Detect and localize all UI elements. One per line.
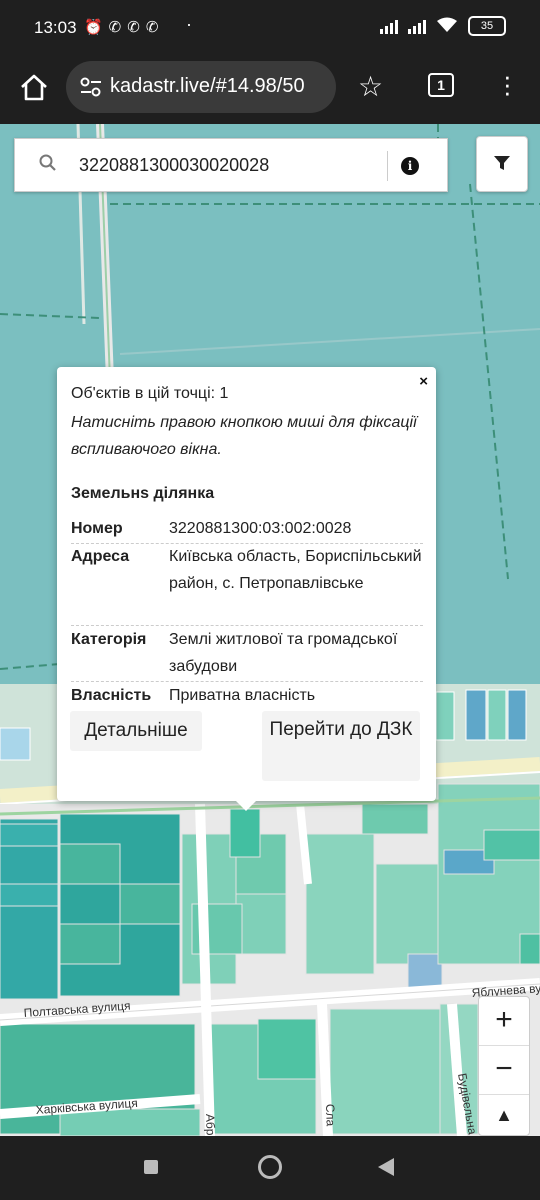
zoom-out-button[interactable]: − bbox=[479, 1046, 529, 1095]
status-bar: 13:03 ⏰✆✆✆ · 35 bbox=[0, 0, 540, 58]
property-key: Категорія bbox=[71, 631, 147, 648]
property-value: 3220881300:03:002:0028 bbox=[169, 520, 352, 537]
search-icon bbox=[39, 154, 56, 171]
section-title: Земельнs ділянка bbox=[71, 485, 215, 502]
url-text[interactable]: kadastr.live/#14.98/50 bbox=[110, 75, 305, 98]
home-icon[interactable] bbox=[18, 72, 50, 104]
more-notifications-dot: · bbox=[186, 14, 192, 34]
filter-button[interactable] bbox=[476, 136, 528, 192]
battery-icon: 35 bbox=[468, 16, 506, 36]
property-value: Землі житлової та громадської забудови bbox=[169, 631, 398, 675]
filter-icon bbox=[494, 156, 510, 170]
pin-popup-hint: Натисніть правою кнопкою миші для фіксац… bbox=[71, 414, 417, 458]
system-navigation-bar bbox=[0, 1136, 540, 1200]
cadastral-search-box: i bbox=[14, 138, 448, 192]
parcel-info-popup: × Об'єктів в цій точці: 1 Натисніть прав… bbox=[57, 367, 436, 811]
zoom-in-button[interactable]: + bbox=[479, 997, 529, 1046]
street-label-abr: Абр bbox=[203, 1114, 218, 1136]
property-key: Адреса bbox=[71, 548, 130, 565]
details-button[interactable]: Детальніше bbox=[70, 711, 202, 751]
search-input[interactable] bbox=[77, 147, 381, 183]
tab-switcher-button[interactable]: 1 bbox=[428, 73, 454, 97]
property-row-number: Номер 3220881300:03:002:0028 bbox=[71, 515, 423, 544]
zoom-controls: + − ▲ bbox=[478, 996, 530, 1136]
address-bar[interactable]: kadastr.live/#14.98/50 bbox=[66, 61, 336, 113]
back-button[interactable] bbox=[378, 1158, 394, 1176]
compass-button[interactable]: ▲ bbox=[479, 1095, 529, 1135]
signal-icon bbox=[380, 18, 398, 34]
site-settings-icon[interactable] bbox=[80, 77, 102, 97]
info-icon[interactable]: i bbox=[401, 157, 419, 175]
browser-toolbar: kadastr.live/#14.98/50 ☆ 1 · · · bbox=[0, 58, 540, 124]
notification-icons: ⏰✆✆✆ bbox=[84, 19, 165, 36]
property-key: Номер bbox=[71, 520, 123, 537]
wifi-icon bbox=[436, 17, 458, 36]
street-label-sla: Сла bbox=[323, 1104, 338, 1127]
signal-icon-2 bbox=[408, 18, 426, 34]
bookmark-star-icon[interactable]: ☆ bbox=[358, 70, 383, 103]
popup-pointer bbox=[235, 800, 257, 811]
property-row-category: Категорія Землі житлової та громадської … bbox=[71, 626, 423, 682]
objects-count-text: Об'єктів в цій точці: 1 bbox=[71, 385, 229, 402]
browser-menu-icon[interactable]: · · · bbox=[503, 63, 512, 105]
home-button[interactable] bbox=[258, 1155, 282, 1179]
clock: 13:03 bbox=[34, 18, 77, 37]
recents-button[interactable] bbox=[144, 1160, 158, 1174]
close-popup-button[interactable]: × bbox=[419, 373, 428, 390]
property-row-ownership: Власність Приватна власність bbox=[71, 682, 423, 706]
search-divider bbox=[387, 151, 388, 181]
go-to-dzk-button[interactable]: Перейти до ДЗК bbox=[262, 711, 420, 781]
property-row-address: Адреса Київська область, Бориспільський … bbox=[71, 543, 423, 626]
property-value: Приватна власність bbox=[169, 687, 316, 704]
property-key: Власність bbox=[71, 687, 152, 704]
property-value: Київська область, Бориспільський район, … bbox=[169, 548, 422, 592]
